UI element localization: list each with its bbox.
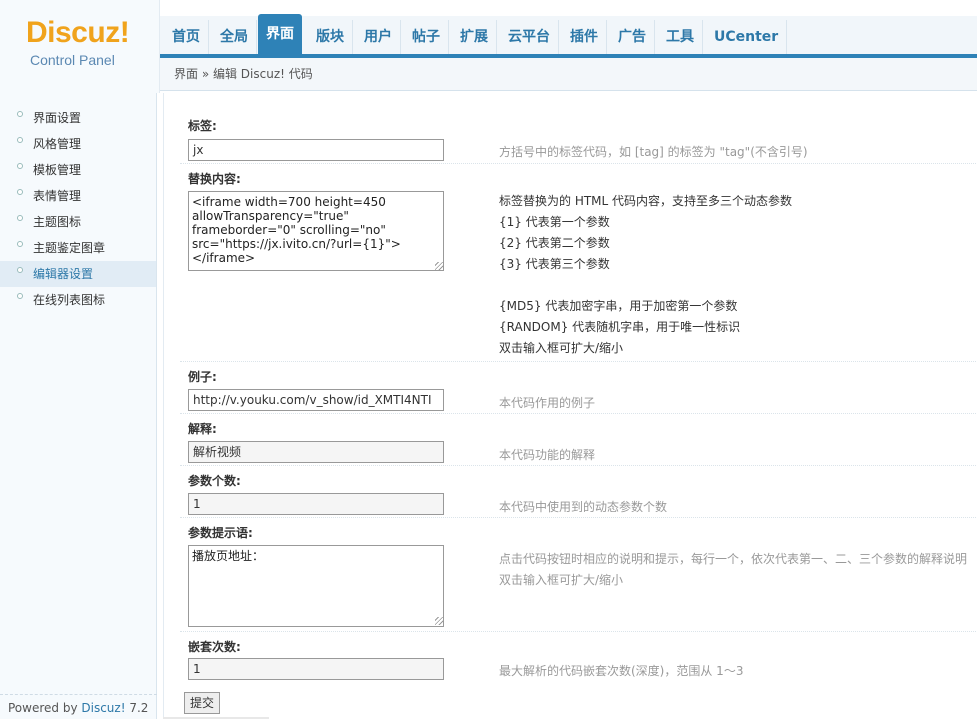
sidebar-item-styles[interactable]: 风格管理 <box>0 131 156 157</box>
tab-plugins[interactable]: 插件 <box>562 20 607 54</box>
tab-interface[interactable]: 界面 <box>258 14 302 54</box>
example-label: 例子: <box>180 361 977 385</box>
replacement-tip-spacer <box>499 275 792 296</box>
param-prompt-tips: 点击代码按钮时相应的说明和提示，每行一个，依次代表第一、二、三个参数的解释说明 … <box>499 549 967 591</box>
sidebar-item-thread-icons[interactable]: 主题图标 <box>0 209 156 235</box>
sidebar-item-templates[interactable]: 模板管理 <box>0 157 156 183</box>
powered-version: 7.2 <box>125 701 149 715</box>
explanation-tip: 本代码功能的解释 <box>499 448 596 462</box>
example-input[interactable]: http://v.youku.com/v_show/id_XMTI4NTI <box>188 389 444 411</box>
bullet-icon <box>17 267 23 273</box>
header: Discuz! Control Panel 首页 全局 界面 版块 用户 帖子 … <box>0 0 977 93</box>
replacement-tip-line: {2} 代表第二个参数 <box>499 236 610 250</box>
tab-ucenter[interactable]: UCenter <box>706 20 788 54</box>
replacement-tip-line: 双击输入框可扩大/缩小 <box>499 341 624 355</box>
sidebar-item-interface-settings[interactable]: 界面设置 <box>0 105 156 131</box>
tag-input[interactable]: jx <box>188 139 444 161</box>
breadcrumb: 界面 » 编辑 Discuz! 代码 <box>160 58 977 91</box>
param-count-tip: 本代码中使用到的动态参数个数 <box>499 500 668 514</box>
sidebar-item-stamps[interactable]: 主题鉴定图章 <box>0 235 156 261</box>
sidebar-item-label: 模板管理 <box>33 163 82 177</box>
submit-button[interactable]: 提交 <box>184 692 220 714</box>
replacement-tip-line: {1} 代表第一个参数 <box>499 215 610 229</box>
resize-handle-icon[interactable] <box>435 617 443 625</box>
bullet-icon <box>17 189 23 195</box>
tab-posts[interactable]: 帖子 <box>404 20 449 54</box>
sidebar-item-label: 编辑器设置 <box>33 267 94 281</box>
replacement-tip-line: {3} 代表第三个参数 <box>499 257 610 271</box>
replacement-tip-line: 标签替换为的 HTML 代码内容，支持至多三个动态参数 <box>499 194 793 208</box>
bullet-icon <box>17 241 23 247</box>
param-prompt-textarea[interactable]: 播放页地址： <box>188 545 444 627</box>
tab-users[interactable]: 用户 <box>356 20 401 54</box>
sidebar-item-label: 主题图标 <box>33 215 82 229</box>
bullet-icon <box>17 215 23 221</box>
nesting-tip: 最大解析的代码嵌套次数(深度)，范围从 1～3 <box>499 664 744 678</box>
sidebar-item-label: 表情管理 <box>33 189 82 203</box>
replacement-tip-line: {MD5} 代表加密字串，用于加密第一个参数 <box>499 299 738 313</box>
nesting-label: 嵌套次数: <box>180 631 977 655</box>
logo-subtitle: Control Panel <box>30 52 115 68</box>
bullet-icon <box>17 137 23 143</box>
tab-extend[interactable]: 扩展 <box>452 20 497 54</box>
tab-tools[interactable]: 工具 <box>658 20 703 54</box>
bullet-icon <box>17 111 23 117</box>
logo-brand: Discuz! <box>26 16 130 49</box>
sidebar-item-label: 主题鉴定图章 <box>33 241 106 255</box>
param-count-label: 参数个数: <box>180 465 977 489</box>
param-prompt-tip-line: 双击输入框可扩大/缩小 <box>499 573 624 587</box>
sidebar-item-label: 界面设置 <box>33 111 82 125</box>
tag-label: 标签: <box>188 119 217 133</box>
powered-by: Powered by Discuz! 7.2 <box>8 701 148 715</box>
param-prompt-tip-line: 点击代码按钮时相应的说明和提示，每行一个，依次代表第一、二、三个参数的解释说明 <box>499 552 968 566</box>
param-count-input[interactable]: 1 <box>188 493 444 515</box>
main-content: 标签: jx 方括号中的标签代码，如 [tag] 的标签为 "tag"(不含引号… <box>163 93 977 719</box>
param-prompt-label: 参数提示语: <box>180 517 977 541</box>
bullet-icon <box>17 293 23 299</box>
tab-home[interactable]: 首页 <box>164 20 209 54</box>
tab-forums[interactable]: 版块 <box>308 20 353 54</box>
tab-cloud[interactable]: 云平台 <box>500 20 559 54</box>
logo[interactable]: Discuz! Control Panel <box>0 0 160 93</box>
nesting-input[interactable]: 1 <box>188 658 444 680</box>
replacement-label: 替换内容: <box>180 163 977 187</box>
bullet-icon <box>17 163 23 169</box>
replacement-textarea[interactable]: <iframe width=700 height=450 allowTransp… <box>188 191 444 271</box>
sidebar-item-online-list-icons[interactable]: 在线列表图标 <box>0 287 156 313</box>
divider <box>0 694 157 695</box>
tag-tip: 方括号中的标签代码，如 [tag] 的标签为 "tag"(不含引号) <box>499 145 808 159</box>
explanation-label: 解释: <box>180 413 977 437</box>
example-tip: 本代码作用的例子 <box>499 396 596 410</box>
powered-brand-link[interactable]: Discuz! <box>81 701 125 715</box>
replacement-tip-line: {RANDOM} 代表随机字串，用于唯一性标识 <box>499 320 741 334</box>
top-navigation: 首页 全局 界面 版块 用户 帖子 扩展 云平台 插件 广告 工具 UCente… <box>160 14 977 58</box>
sidebar: 界面设置 风格管理 模板管理 表情管理 主题图标 主题鉴定图章 编辑器设置 在线… <box>0 93 157 719</box>
replacement-tips: 标签替换为的 HTML 代码内容，支持至多三个动态参数 {1} 代表第一个参数 … <box>499 191 792 359</box>
sidebar-item-smilies[interactable]: 表情管理 <box>0 183 156 209</box>
sidebar-item-label: 在线列表图标 <box>33 293 106 307</box>
explanation-input[interactable]: 解析视频 <box>188 441 444 463</box>
sidebar-item-editor-settings[interactable]: 编辑器设置 <box>0 261 156 287</box>
tab-ads[interactable]: 广告 <box>610 20 655 54</box>
tab-global[interactable]: 全局 <box>212 20 257 54</box>
resize-handle-icon[interactable] <box>435 262 443 270</box>
powered-prefix: Powered by <box>8 701 82 715</box>
sidebar-item-label: 风格管理 <box>33 137 82 151</box>
